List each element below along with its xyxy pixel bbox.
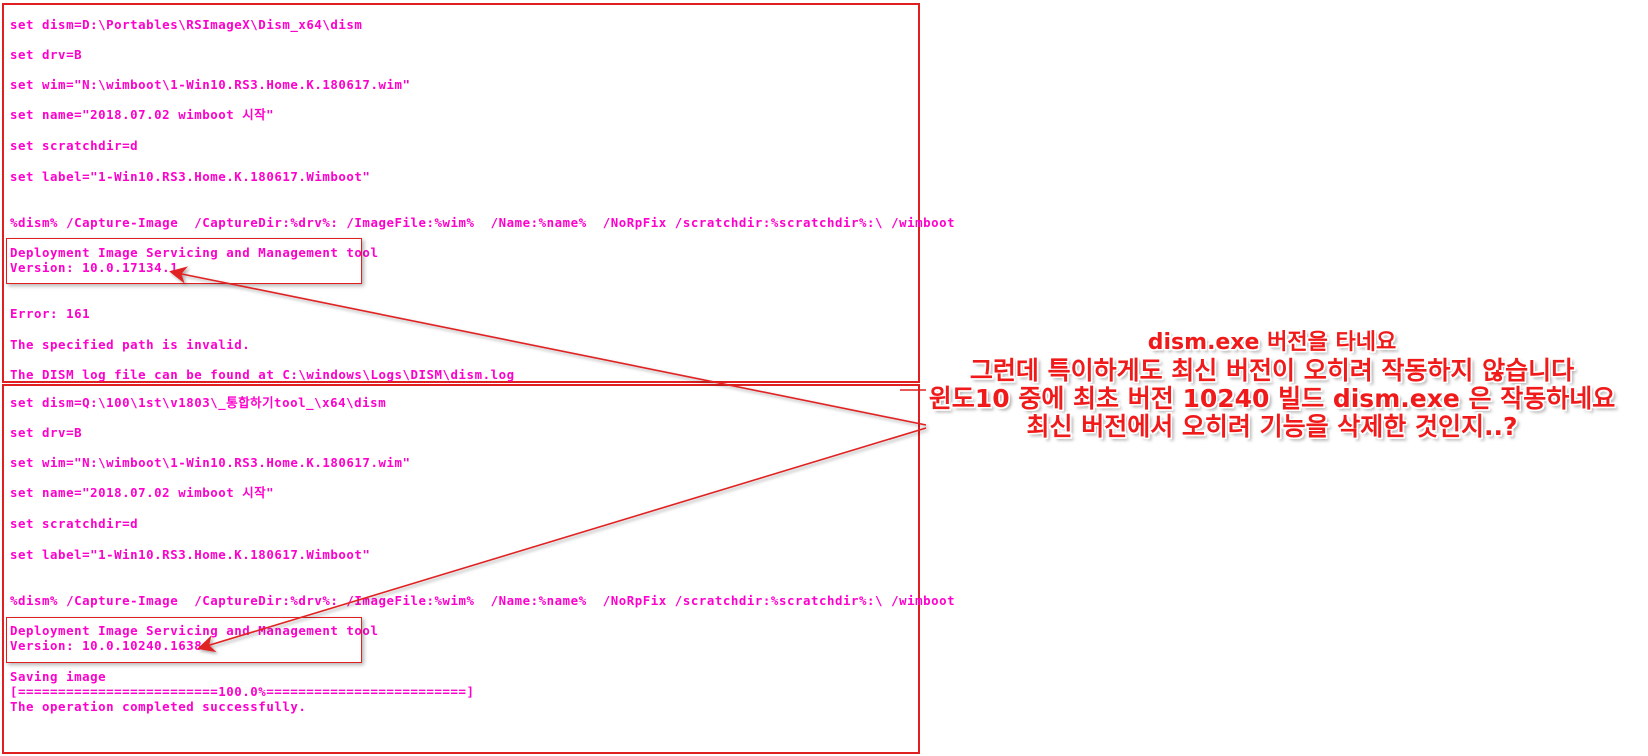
annotation-line-3-b: 10	[974, 384, 1010, 413]
console-line: set label="1-Win10.RS3.Home.K.180617.Wim…	[10, 547, 371, 562]
console-line: set label="1-Win10.RS3.Home.K.180617.Wim…	[10, 169, 371, 184]
screenshot-root: set dism=D:\Portables\RSImageX\Dism_x64\…	[0, 0, 1648, 756]
annotation-line-1-emphasis: dism.exe	[1147, 330, 1260, 355]
console-command-line: %dism% /Capture-Image /CaptureDir:%drv%:…	[10, 215, 956, 230]
console-line: set dism=Q:\100\1st\v1803\_통합하기tool_\x64…	[10, 395, 387, 410]
console-line: set drv=B	[10, 47, 83, 62]
console-line: set scratchdir=d	[10, 516, 139, 531]
console-output-block-1: set dism=D:\Portables\RSImageX\Dism_x64\…	[2, 3, 955, 383]
annotation-line-3-e: 빌드	[1269, 384, 1333, 413]
annotation-line-4: 최신 버전에서 오히려 기능을 삭제한 것인지..?	[1026, 412, 1518, 441]
annotation-line-3-g: 은 작동하네요	[1459, 384, 1616, 413]
console-line: set name="2018.07.02 wimboot 시작"	[10, 107, 275, 122]
console-line: The DISM log file can be found at C:\win…	[10, 367, 515, 382]
console-line: The operation completed successfully.	[10, 699, 307, 714]
annotation-line-3: 윈도10 중에 최초 버전 10240 빌드 dism.exe 은 작동하네요	[900, 385, 1644, 413]
console-progress-bar: [=========================100.0%========…	[10, 684, 475, 699]
annotation-line-3-f: dism.exe	[1332, 384, 1460, 413]
console-line: set drv=B	[10, 425, 83, 440]
annotation-line-1-rest: 버전을 타네요	[1259, 330, 1397, 355]
console-command-line: %dism% /Capture-Image /CaptureDir:%drv%:…	[10, 593, 956, 608]
annotation-line-3-a: 윈도	[928, 384, 975, 413]
console-line: set scratchdir=d	[10, 138, 139, 153]
highlight-box-version-2	[6, 617, 362, 663]
console-line: Saving image	[10, 669, 107, 684]
annotation-line-3-c: 중에 최초 버전	[1009, 384, 1183, 413]
console-output-block-2: set dism=Q:\100\1st\v1803\_통합하기tool_\x64…	[2, 384, 955, 754]
console-line: The specified path is invalid.	[10, 337, 251, 352]
annotation-line-2: 그런데 특이하게도 최신 버전이 오히려 작동하지 않습니다	[969, 356, 1575, 385]
console-line: set dism=D:\Portables\RSImageX\Dism_x64\…	[10, 17, 363, 32]
console-line: set name="2018.07.02 wimboot 시작"	[10, 485, 275, 500]
annotation-text-group: dism.exe 버전을 타네요 그런데 특이하게도 최신 버전이 오히려 작동…	[900, 330, 1644, 441]
console-error-line: Error: 161	[10, 306, 91, 321]
highlight-box-version-1	[6, 238, 362, 284]
annotation-line-1: dism.exe 버전을 타네요	[900, 330, 1644, 356]
console-line: set wim="N:\wimboot\1-Win10.RS3.Home.K.1…	[10, 455, 411, 470]
console-line: set wim="N:\wimboot\1-Win10.RS3.Home.K.1…	[10, 77, 411, 92]
annotation-line-3-d: 10240	[1182, 384, 1270, 413]
